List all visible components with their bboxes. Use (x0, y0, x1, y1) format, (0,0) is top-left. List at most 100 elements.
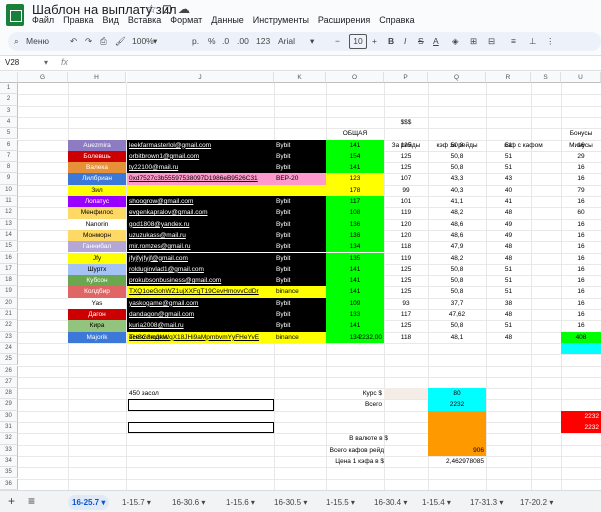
player-kef[interactable]: 48,6 (428, 230, 486, 241)
player-kef[interactable]: 48,2 (428, 253, 486, 264)
strikethrough-icon[interactable]: S (418, 32, 424, 51)
player-kef-caf[interactable]: 51 (486, 286, 531, 297)
player-wallet[interactable]: yaskogame@gmail.com (127, 297, 274, 309)
player-bank[interactable]: Bybit (274, 263, 326, 276)
player-bonus[interactable]: 16 (561, 230, 601, 241)
row-header[interactable]: 17 (0, 263, 18, 276)
menu-data[interactable]: Данные (211, 15, 244, 29)
player-name[interactable]: Кубсон (68, 275, 126, 287)
row-header[interactable]: 5 (0, 128, 18, 140)
sheet-tab[interactable]: 16-30.4 ▾ (370, 495, 411, 510)
player-name[interactable]: Yas (68, 297, 126, 309)
player-kef-caf[interactable]: 51 (486, 151, 531, 162)
player-kef-caf[interactable]: 48 (486, 207, 531, 218)
row-header[interactable]: 26 (0, 365, 18, 377)
header-total[interactable]: ОБЩАЯ (326, 128, 384, 139)
player-wallet[interactable]: orbitbrown1@gmail.com (127, 150, 274, 163)
player-wallet[interactable]: TXQ1oeGohWZ1ujXXFqT19CevHmovvCdDr (127, 286, 274, 298)
player-total[interactable]: 141 (326, 139, 384, 151)
number-format-button[interactable]: 123 (256, 32, 270, 51)
column-header-r[interactable]: R (486, 72, 531, 83)
player-kef-caf[interactable]: 38 (486, 298, 531, 309)
column-header-p[interactable]: P (384, 72, 428, 83)
player-total[interactable]: 117 (326, 196, 384, 208)
player-kef-caf[interactable]: 48 (486, 253, 531, 264)
player-kef[interactable]: 47,62 (428, 309, 486, 320)
player-kef-caf[interactable]: 51 (486, 162, 531, 173)
print-icon[interactable]: ⎙ (100, 32, 107, 51)
menu-tools[interactable]: Инструменты (253, 15, 309, 29)
all-sheets-icon[interactable]: ≡ (28, 494, 35, 508)
player-wallet[interactable]: kuria2008@mail.ru (127, 320, 274, 332)
player-name[interactable]: Jfy (68, 252, 126, 264)
player-wallet[interactable]: leekfarmasterlol@gmail.com (127, 139, 274, 151)
player-total[interactable]: 109 (326, 297, 384, 309)
player-raids[interactable]: 125 (384, 140, 428, 151)
player-bank[interactable]: Bybit (274, 139, 326, 151)
player-bonus[interactable]: 16 (561, 309, 601, 320)
player-kef-caf[interactable]: 48 (486, 309, 531, 320)
row-header[interactable]: 28 (0, 388, 18, 400)
gold-label[interactable]: 450 засол (127, 388, 274, 399)
player-bank[interactable]: Bybit (274, 320, 326, 332)
player-bonus[interactable]: 16 (561, 275, 601, 286)
player-raids[interactable]: 107 (384, 173, 428, 184)
price-value[interactable]: 2,462978085 (428, 456, 486, 467)
column-header-h[interactable]: H (68, 72, 126, 83)
player-name[interactable]: Монморн (68, 229, 126, 242)
player-kef[interactable]: 41,1 (428, 196, 486, 207)
player-name[interactable]: Болевшь (68, 150, 126, 163)
player-total[interactable]: 141 (326, 275, 384, 287)
player-raids[interactable]: 119 (384, 207, 428, 218)
player-raids[interactable]: 101 (384, 196, 428, 207)
price-label[interactable]: Цена 1 кэфа в $ (326, 456, 386, 467)
text-color-icon[interactable]: A (433, 32, 439, 51)
chevron-down-icon[interactable]: ▾ (153, 32, 157, 51)
player-kef[interactable]: 50,8 (428, 264, 486, 275)
player-kef-caf[interactable]: 49 (486, 219, 531, 230)
percent-button[interactable]: % (208, 32, 216, 51)
player-wallet[interactable]: 0xd7527c3b55597538097D1986eB9526C31 (127, 173, 274, 185)
menu-file[interactable]: Файл (32, 15, 54, 29)
player-wallet[interactable]: rolduginvlad1@gmail.com (127, 263, 274, 276)
total-people-value[interactable]: 2232,00 (274, 332, 384, 343)
player-kef[interactable]: 43,3 (428, 173, 486, 184)
row-header[interactable]: 35 (0, 467, 18, 479)
player-kef[interactable]: 50,8 (428, 320, 486, 331)
player-total[interactable]: 123 (326, 173, 384, 185)
player-name[interactable]: Шуртх (68, 263, 126, 276)
player-raids[interactable]: 99 (384, 185, 428, 196)
player-name[interactable]: Зил (68, 184, 126, 196)
player-kef-caf[interactable]: 43 (486, 173, 531, 184)
player-bonus[interactable]: 16 (561, 241, 601, 252)
player-bonus[interactable]: 79 (561, 185, 601, 196)
undo-icon[interactable]: ↶ (70, 32, 77, 51)
paint-format-icon[interactable]: 🖌 (115, 32, 126, 51)
player-total[interactable]: 136 (326, 218, 384, 230)
player-bonus[interactable]: 16 (561, 264, 601, 275)
player-bonus[interactable]: 16 (561, 320, 601, 331)
valign-icon[interactable]: ⊥ (529, 32, 536, 51)
row-header[interactable]: 15 (0, 241, 18, 253)
bold-icon[interactable]: B (388, 32, 394, 51)
in-currency-label[interactable]: В валюте в $ (326, 433, 390, 444)
column-header-q[interactable]: Q (428, 72, 486, 83)
decrease-decimal-button[interactable]: .0 (222, 32, 229, 51)
total-people-label[interactable]: всего людям: (127, 332, 274, 343)
row-header[interactable]: 23 (0, 331, 18, 343)
move-folder-icon[interactable]: ⊡ (162, 2, 172, 16)
orange-cell[interactable] (428, 410, 486, 422)
player-wallet[interactable]: dandagon@gmail.com (127, 309, 274, 321)
player-kef[interactable]: 50,8 (428, 162, 486, 173)
total-label[interactable]: Всего (326, 399, 384, 410)
sheet-tab[interactable]: 1-15.6 ▾ (222, 495, 259, 510)
player-bank[interactable]: Bybit (274, 241, 326, 253)
row-header[interactable]: 20 (0, 297, 18, 309)
player-name[interactable]: Лопатус (68, 196, 126, 208)
player-kef-caf[interactable]: 48 (486, 241, 531, 252)
player-raids[interactable]: 125 (384, 264, 428, 275)
sheet-tab[interactable]: 16-30.6 ▾ (168, 495, 209, 510)
sheet-tab[interactable]: 1-15.7 ▾ (118, 495, 155, 510)
row-header[interactable]: 31 (0, 422, 18, 434)
menu-format[interactable]: Формат (170, 15, 202, 29)
